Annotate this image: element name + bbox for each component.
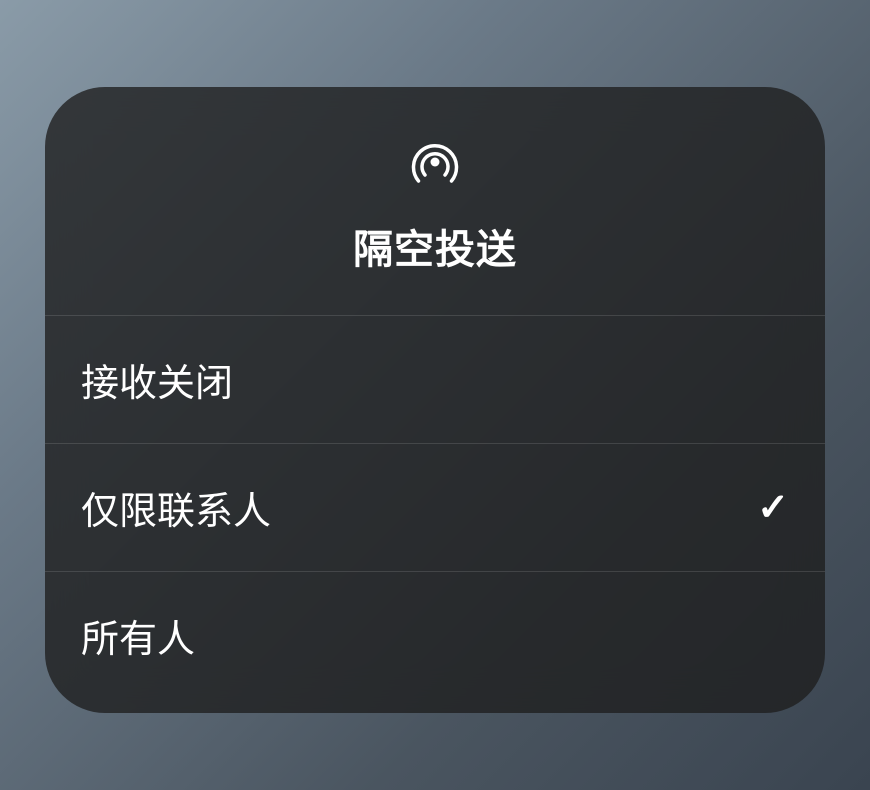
option-contacts-only[interactable]: 仅限联系人 ✓ bbox=[45, 444, 825, 572]
checkmark-icon: ✓ bbox=[757, 485, 789, 530]
option-receiving-off[interactable]: 接收关闭 ✓ bbox=[45, 316, 825, 444]
panel-header: 隔空投送 bbox=[45, 87, 825, 316]
option-label: 仅限联系人 bbox=[81, 480, 271, 535]
airdrop-settings-panel: 隔空投送 接收关闭 ✓ 仅限联系人 ✓ 所有人 ✓ bbox=[45, 87, 825, 713]
option-everyone[interactable]: 所有人 ✓ bbox=[45, 572, 825, 713]
option-label: 所有人 bbox=[81, 608, 195, 663]
panel-title: 隔空投送 bbox=[353, 217, 517, 275]
airdrop-icon bbox=[408, 135, 462, 189]
option-label: 接收关闭 bbox=[81, 352, 233, 407]
